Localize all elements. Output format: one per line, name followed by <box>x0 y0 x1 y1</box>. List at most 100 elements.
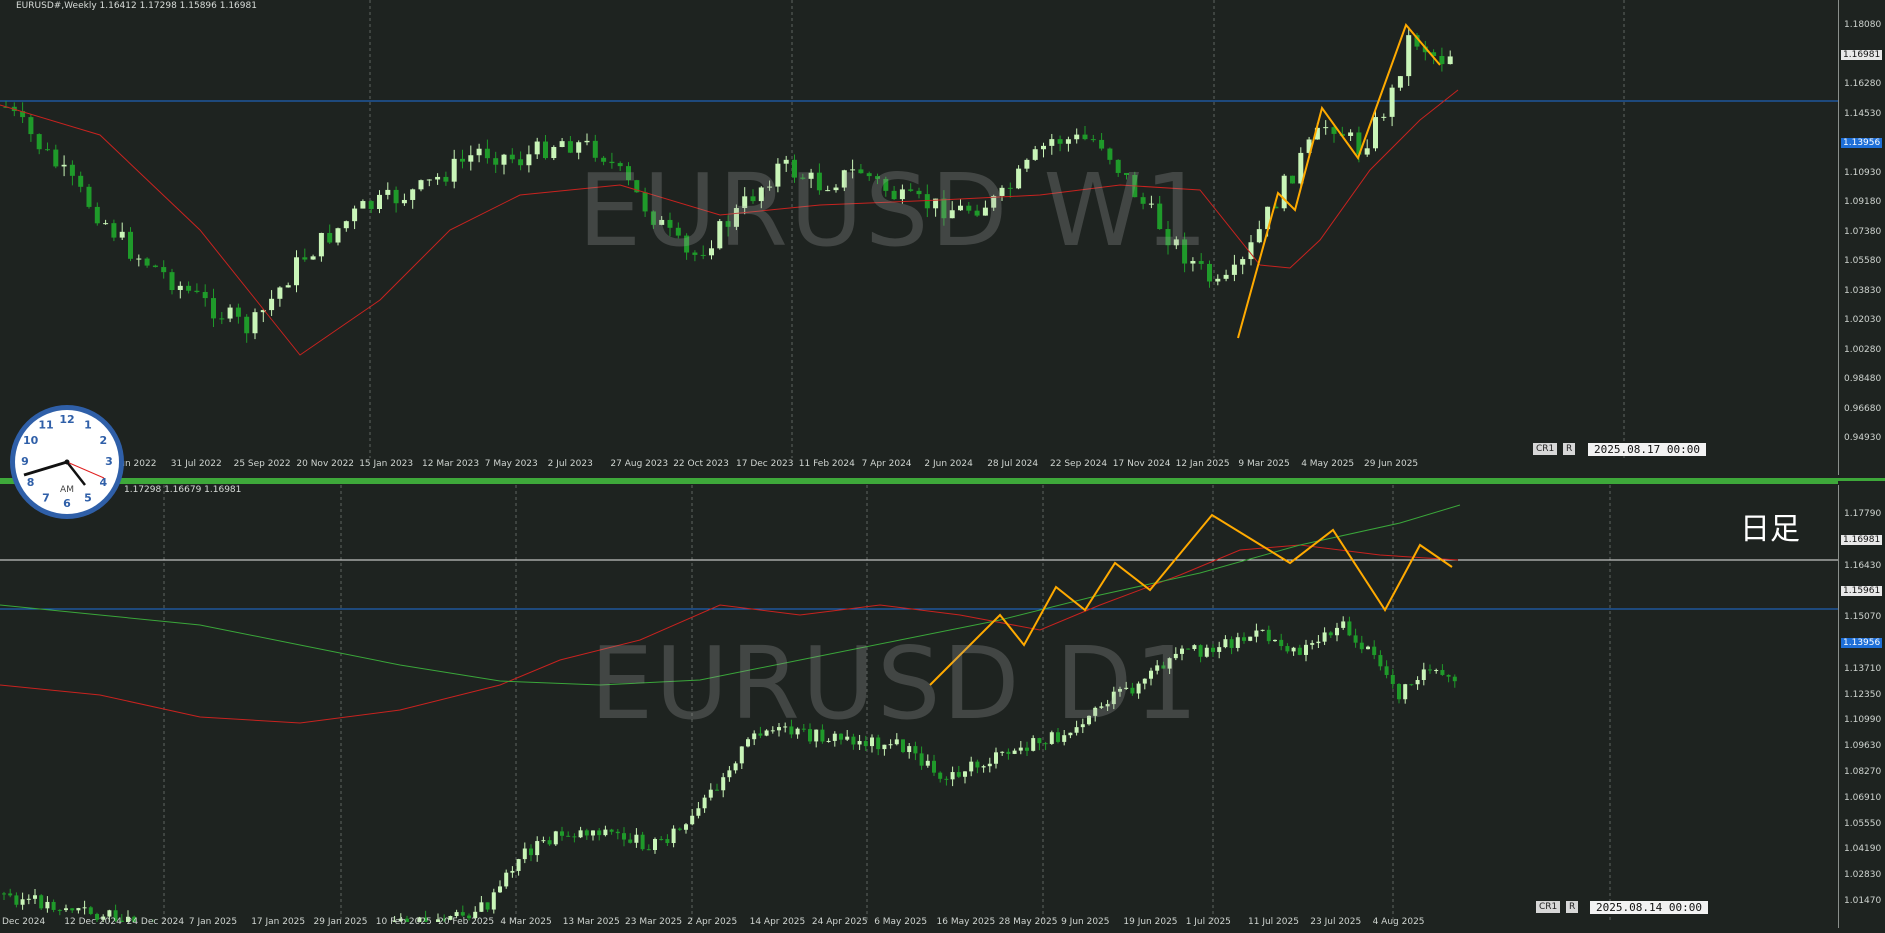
candle-body <box>597 830 602 836</box>
pane-separator-right <box>1838 478 1885 481</box>
candle-body <box>86 186 92 207</box>
candle-body <box>1211 647 1215 652</box>
time-tick-label: 7 May 2023 <box>484 459 538 469</box>
candle-body <box>907 746 912 753</box>
candle-body <box>70 908 75 911</box>
candle-body <box>1421 669 1426 680</box>
weekly-chart-pane[interactable]: EURUSD W1 EURUSD#,Weekly 1.16412 1.17298… <box>0 0 1885 475</box>
candle-body <box>944 778 949 780</box>
weekly-crosshair-date: 2025.08.17 00:00 <box>1588 443 1706 456</box>
candle-body <box>938 772 943 779</box>
candle-body <box>36 134 42 150</box>
price-tick-label: 1.00280 <box>1844 344 1882 355</box>
candle-body <box>665 839 670 844</box>
candle-body <box>128 231 133 259</box>
daily-chart-area[interactable]: EURUSD D1 1.17298 1.16679 1.16981 CR1 R … <box>0 485 1838 933</box>
candle-body <box>1439 56 1445 65</box>
candle-body <box>1447 56 1453 65</box>
price-tick-label: 1.16430 <box>1844 560 1882 571</box>
price-tick-label: 1.02830 <box>1844 870 1882 881</box>
candle-body <box>684 824 688 830</box>
candle-body <box>1310 643 1315 645</box>
candle-body <box>721 777 726 791</box>
candle-body <box>252 312 258 334</box>
time-tick-label: 11 Feb 2024 <box>798 459 855 469</box>
candle-body <box>1240 259 1246 265</box>
daily-watermark: EURUSD D1 <box>590 625 1200 742</box>
candle-body <box>479 902 484 912</box>
candle-body <box>211 298 216 319</box>
daily-chart-pane[interactable]: EURUSD D1 1.17298 1.16679 1.16981 CR1 R … <box>0 485 1885 933</box>
candle-body <box>39 895 44 909</box>
pane-separator[interactable] <box>0 478 1838 484</box>
candle-body <box>119 231 125 238</box>
candle-body <box>1397 684 1401 700</box>
candle-body <box>20 899 25 905</box>
candle-body <box>491 892 496 910</box>
candle-body <box>1254 630 1259 637</box>
candle-body <box>1353 635 1358 643</box>
candle-body <box>343 221 349 229</box>
time-tick-label: 17 Dec 2023 <box>736 459 794 469</box>
time-tick-label: 17 Nov 2024 <box>1112 459 1171 469</box>
candle-body <box>202 291 208 299</box>
candle-body <box>566 835 571 837</box>
price-tick-label: 1.13710 <box>1844 663 1882 674</box>
candle-body <box>360 201 366 209</box>
candle-body <box>1390 674 1395 685</box>
candle-body <box>169 272 175 291</box>
candle-body <box>1000 751 1005 753</box>
price-tick-label: 0.96680 <box>1844 403 1882 414</box>
candle-body <box>509 154 515 160</box>
candle-body <box>1256 229 1262 243</box>
price-tick-label: 1.07380 <box>1844 226 1882 237</box>
weekly-cr-button[interactable]: CR1 <box>1533 443 1558 455</box>
candle-body <box>235 307 241 317</box>
candle-body <box>1406 35 1412 77</box>
weekly-time-axis[interactable]: 5 Jun 2022 31 Jul 2022 25 Sep 2022 20 Nov 2… <box>0 459 1838 475</box>
candle-body <box>8 893 13 896</box>
daily-price-axis[interactable]: 1.17790 1.16981 1.16430 1.15961 1.15070 1.139… <box>1838 485 1885 928</box>
candle-body <box>543 141 548 159</box>
daily-time-axis[interactable]: Dec 2024 12 Dec 2024 24 Dec 2024 7 Jan 2025… <box>0 917 1838 933</box>
weekly-price-axis[interactable]: 1.18080 1.16981 1.16280 1.14530 1.13956 1.109… <box>1838 0 1885 475</box>
time-tick-label: 2 Jul 2023 <box>547 459 593 469</box>
candle-body <box>510 870 515 873</box>
candle-body <box>591 830 595 836</box>
price-tick-label: 1.12350 <box>1844 689 1882 700</box>
candle-body <box>368 201 374 209</box>
time-tick-label: 16 May 2025 <box>936 917 996 927</box>
candle-body <box>671 828 676 844</box>
time-tick-label: 7 Apr 2024 <box>861 459 912 469</box>
time-tick-label: 25 Sep 2022 <box>233 459 291 469</box>
candle-body <box>194 290 200 292</box>
candle-body <box>1065 139 1071 144</box>
candle-body <box>1281 175 1287 209</box>
candle-body <box>1290 175 1295 184</box>
price-tick-label: 1.05580 <box>1844 256 1882 266</box>
candle-body <box>1409 684 1414 686</box>
candle-body <box>186 285 192 291</box>
daily-r-button[interactable]: R <box>1566 901 1579 913</box>
clock-number: 5 <box>84 491 92 504</box>
candle-body <box>504 872 509 887</box>
candle-body <box>26 898 31 900</box>
time-tick-label: 13 Mar 2025 <box>562 917 620 927</box>
candle-body <box>1446 674 1451 677</box>
weekly-chart-area[interactable]: EURUSD W1 EURUSD#,Weekly 1.16412 1.17298… <box>0 0 1838 458</box>
candle-body <box>1217 647 1222 652</box>
candle-body <box>277 287 283 299</box>
weekly-r-button[interactable]: R <box>1563 443 1576 455</box>
time-tick-label: 14 Apr 2025 <box>749 917 806 927</box>
candle-body <box>659 839 664 841</box>
candle-body <box>529 848 533 856</box>
candle-body <box>418 180 424 190</box>
price-tick-label: 1.16280 <box>1844 79 1882 89</box>
clock-number: 11 <box>38 419 53 432</box>
candle-body <box>1285 646 1290 652</box>
candle-body <box>1223 639 1228 648</box>
daily-cr-button[interactable]: CR1 <box>1536 901 1561 913</box>
time-tick-label: 12 Jan 2025 <box>1175 459 1230 469</box>
candle-body <box>1018 747 1023 751</box>
candle-body <box>888 744 893 746</box>
